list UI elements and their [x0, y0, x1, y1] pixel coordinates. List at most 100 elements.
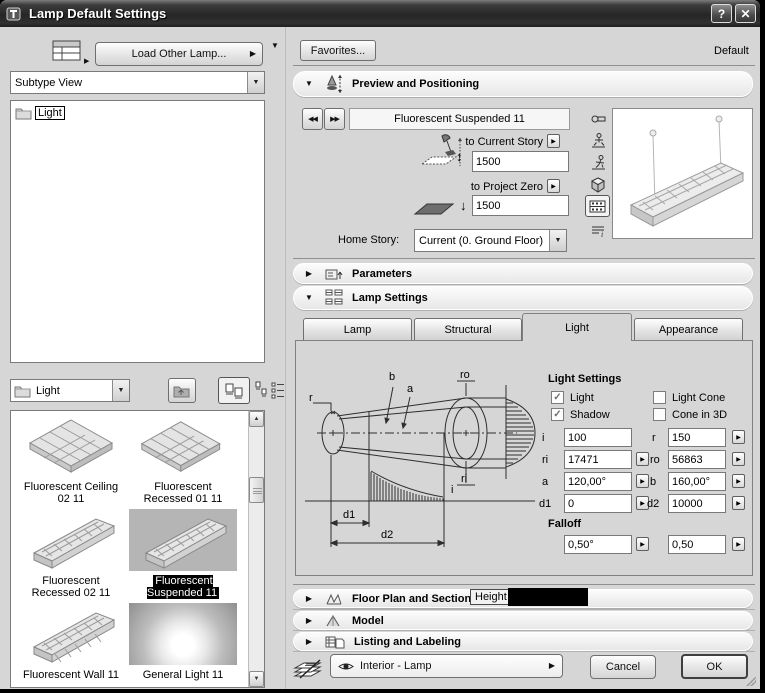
falloff-angle-input[interactable] [564, 535, 632, 554]
field-a-input[interactable] [564, 472, 632, 491]
falloff-value-menu-button[interactable]: ▶ [732, 537, 745, 551]
preview-mode-symbol-icon[interactable] [588, 110, 608, 129]
subtype-view-chevron-icon[interactable]: ▼ [247, 72, 264, 93]
current-story-height-input[interactable] [472, 151, 569, 172]
field-i-input[interactable] [564, 428, 632, 447]
light-cone-checkbox[interactable] [653, 391, 666, 404]
view-large-icons-button[interactable] [218, 377, 250, 404]
preview-mode-front-view-icon[interactable] [588, 131, 608, 150]
field-ri-input[interactable] [564, 450, 632, 469]
field-d2-input[interactable] [668, 494, 726, 513]
lamp-default-settings-dialog: Lamp Default Settings ? ✕ ▶ Load Other L… [0, 0, 760, 689]
subtype-hierarchy-icon[interactable] [52, 40, 82, 62]
field-ro-menu-button[interactable]: ▶ [732, 452, 745, 466]
separator [293, 651, 755, 652]
light-checkbox[interactable]: ✓ [551, 391, 564, 404]
expand-icon[interactable]: ▶ [294, 269, 324, 278]
subtype-view-select[interactable]: Subtype View ▼ [10, 71, 265, 94]
previous-item-button[interactable]: ◀◀ [302, 108, 323, 130]
tab-appearance[interactable]: Appearance [634, 318, 743, 341]
section-title: Floor Plan and Section [352, 592, 472, 605]
favorites-button[interactable]: Favorites... [300, 40, 376, 61]
home-story-chevron-icon[interactable]: ▼ [549, 230, 566, 251]
ok-button[interactable]: OK [681, 654, 748, 679]
tab-light-active[interactable]: Light [522, 313, 632, 341]
resize-grip[interactable] [745, 677, 756, 686]
cancel-button[interactable]: Cancel [590, 655, 656, 679]
floor-plan-icon [324, 591, 344, 607]
thumbnail-scrollbar[interactable]: ▲ ▼ [248, 411, 264, 687]
field-ri-menu-button[interactable]: ▶ [636, 452, 649, 466]
field-ro-input[interactable] [668, 450, 726, 469]
collapse-icon[interactable]: ▼ [294, 294, 324, 302]
subtype-menu-arrow-icon[interactable]: ▶ [84, 58, 89, 65]
subtype-tree-list[interactable]: Light [10, 100, 265, 363]
folder-select-chevron-icon[interactable]: ▼ [112, 380, 129, 401]
thumbnail-fluorescent-recessed-01[interactable]: Fluorescent Recessed 01 11 [129, 415, 237, 505]
preview-mode-3d-icon[interactable] [588, 175, 608, 194]
panel-collapse-icon[interactable]: ▼ [271, 42, 279, 50]
field-r-menu-button[interactable]: ▶ [732, 430, 745, 444]
scroll-up-icon[interactable]: ▲ [249, 411, 264, 427]
tab-structural[interactable]: Structural [414, 318, 522, 341]
thumbnail-list[interactable]: Fluorescent Ceiling 02 11 Fluorescent Rece… [10, 410, 265, 688]
home-story-select[interactable]: Current (0. Ground Floor) ▼ [414, 229, 567, 252]
scrollbar-thumb[interactable] [249, 477, 264, 503]
preview-image[interactable] [612, 108, 753, 239]
down-arrow-icon: ↓ [460, 198, 467, 213]
current-story-menu-button[interactable]: ▶ [547, 134, 560, 148]
field-b-input[interactable] [668, 472, 726, 491]
falloff-value-input[interactable] [668, 535, 726, 554]
section-model[interactable]: ▶ Model [293, 611, 753, 630]
field-d2-menu-button[interactable]: ▶ [732, 496, 745, 510]
thumbnail-general-light[interactable]: General Light 11 [129, 603, 237, 681]
title-bar[interactable]: Lamp Default Settings ? ✕ [0, 0, 760, 27]
preview-mode-info-icon[interactable]: i [588, 222, 608, 241]
load-other-lamp-label: Load Other Lamp... [131, 48, 227, 60]
thumbnail-fluorescent-wall[interactable]: Fluorescent Wall 11 [17, 603, 125, 681]
close-button[interactable]: ✕ [735, 4, 756, 23]
preview-mode-side-view-icon[interactable] [588, 153, 608, 172]
home-story-label: Home Story: [338, 234, 400, 246]
field-b-menu-button[interactable]: ▶ [732, 474, 745, 488]
listing-icon [324, 634, 346, 650]
expand-icon[interactable]: ▶ [294, 637, 324, 646]
project-zero-menu-button[interactable]: ▶ [547, 179, 560, 193]
view-list-button[interactable] [270, 380, 286, 400]
view-small-icons-button[interactable] [254, 380, 268, 400]
thumbnail-fluorescent-suspended-selected[interactable]: Fluorescent Suspended 11 [129, 509, 237, 599]
folder-up-button[interactable] [168, 378, 196, 403]
field-d1-input[interactable] [564, 494, 632, 513]
thumbnail-fluorescent-ceiling-02[interactable]: Fluorescent Ceiling 02 11 [17, 415, 125, 505]
expand-icon[interactable]: ▶ [294, 616, 324, 625]
default-label: Default [714, 45, 749, 57]
falloff-angle-menu-button[interactable]: ▶ [636, 537, 649, 551]
layer-combo[interactable]: Interior - Lamp ▶ [330, 654, 563, 678]
tree-item-light[interactable]: Light [15, 105, 65, 121]
project-zero-height-input[interactable] [472, 195, 569, 216]
section-parameters[interactable]: ▶ Parameters [293, 263, 753, 284]
expand-icon[interactable]: ▶ [294, 594, 324, 603]
folder-select[interactable]: Light ▼ [10, 379, 130, 402]
help-button[interactable]: ? [711, 4, 732, 23]
thumbnail-label-selected: Fluorescent Suspended 11 [146, 575, 220, 599]
eye-icon [337, 661, 355, 672]
load-other-lamp-button[interactable]: Load Other Lamp... ▶ [95, 42, 263, 66]
field-r-input[interactable] [668, 428, 726, 447]
preview-mode-photo-button[interactable] [585, 195, 610, 217]
section-lamp-settings[interactable]: ▼ Lamp Settings [293, 286, 753, 310]
cone-in-3d-checkbox[interactable] [653, 408, 666, 421]
next-item-button[interactable]: ▶▶ [324, 108, 345, 130]
cone-in-3d-checkbox-label: Cone in 3D [672, 409, 728, 421]
section-preview-positioning[interactable]: ▼ Preview and Positioning [293, 71, 753, 97]
scroll-down-icon[interactable]: ▼ [249, 671, 264, 687]
field-a-menu-button[interactable]: ▶ [636, 474, 649, 488]
tab-lamp[interactable]: Lamp [303, 318, 412, 341]
section-listing-labeling[interactable]: ▶ Listing and Labeling [293, 632, 753, 651]
shadow-checkbox[interactable]: ✓ [551, 408, 564, 421]
field-b-label: b [650, 476, 657, 488]
collapse-icon[interactable]: ▼ [294, 80, 324, 88]
layers-icon[interactable] [292, 656, 324, 680]
thumbnail-fluorescent-recessed-02[interactable]: Fluorescent Recessed 02 11 [17, 509, 125, 599]
window-title: Lamp Default Settings [29, 6, 167, 21]
